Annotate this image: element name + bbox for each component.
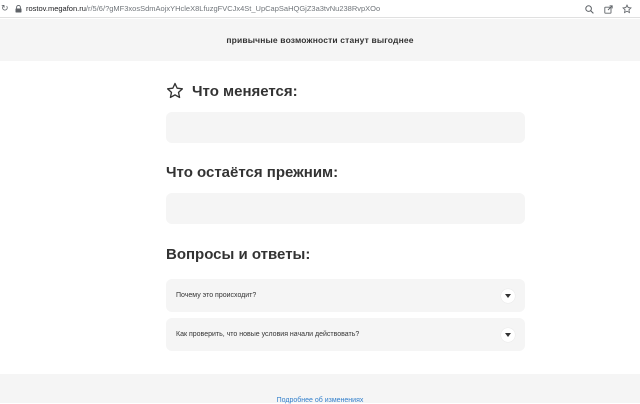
footer: Подробнее об изменениях [0, 374, 640, 404]
lock-icon[interactable] [14, 0, 22, 18]
reload-icon[interactable]: ↻ [0, 0, 10, 18]
unchanged-content-box [166, 193, 525, 224]
expand-toggle[interactable] [501, 327, 515, 342]
changes-title: Что меняется: [192, 82, 298, 100]
unchanged-title: Что остаётся прежним: [166, 164, 339, 181]
url-host: rostov.megafon.ru [26, 4, 86, 13]
faq-question: Почему это происходит? [176, 292, 257, 299]
chevron-down-icon [505, 293, 511, 298]
address-bar-actions [584, 0, 632, 18]
faq-question: Как проверить, что новые условия начали … [176, 331, 360, 338]
address-url[interactable]: rostov.megafon.ru/r/5/6/?gMF3xosSdmAojxY… [26, 4, 380, 13]
banner-text: привычные возможности станут выгоднее [226, 35, 414, 45]
faq-heading: Вопросы и ответы: [166, 246, 310, 263]
promo-banner: привычные возможности станут выгоднее [0, 19, 640, 61]
unchanged-heading: Что остаётся прежним: [166, 164, 338, 181]
chevron-down-icon [505, 332, 511, 337]
changes-heading: Что меняется: [166, 82, 298, 100]
faq-item[interactable]: Почему это происходит? [166, 279, 525, 312]
expand-toggle[interactable] [501, 288, 515, 303]
zoom-icon[interactable] [584, 0, 594, 18]
changes-content-box [166, 112, 525, 143]
faq-item[interactable]: Как проверить, что новые условия начали … [166, 318, 525, 351]
faq-title: Вопросы и ответы: [166, 246, 311, 263]
share-icon[interactable] [603, 0, 613, 18]
bookmark-star-icon[interactable] [622, 0, 632, 18]
url-path: /r/5/6/?gMF3xosSdmAojxYHcleX8LfuzgFVCJx4… [85, 4, 381, 13]
star-icon [166, 82, 184, 100]
browser-address-bar: ↻ rostov.megafon.ru/r/5/6/?gMF3xosSdmAoj… [0, 0, 640, 18]
